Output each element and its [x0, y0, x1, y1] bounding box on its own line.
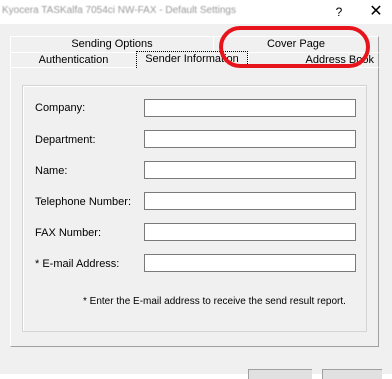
cancel-button[interactable] — [322, 369, 382, 379]
dialog-window: Kyocera TASKalfa 7054ci NW-FAX - Default… — [0, 0, 392, 379]
tab-address-book[interactable]: Address Book — [248, 52, 379, 68]
tab-label: Cover Page — [266, 38, 326, 50]
tab-label: Sending Options — [71, 38, 153, 50]
tab-label: Sender Information — [145, 53, 239, 65]
ok-button[interactable] — [248, 369, 312, 379]
company-field[interactable] — [144, 99, 356, 117]
department-label: Department: — [35, 134, 96, 146]
tab-label: Authentication — [38, 54, 109, 66]
fax-label: FAX Number: — [35, 227, 102, 239]
tab-label: Address Book — [305, 54, 374, 66]
tab-cover-page[interactable]: Cover Page — [213, 36, 379, 52]
name-label: Name: — [35, 165, 68, 177]
title-bar: Kyocera TASKalfa 7054ci NW-FAX - Default… — [0, 0, 392, 24]
telephone-label: Telephone Number: — [35, 196, 132, 208]
tab-authentication[interactable]: Authentication — [10, 52, 137, 68]
tab-sender-information[interactable]: Sender Information — [136, 51, 248, 68]
email-note: * Enter the E-mail address to receive th… — [83, 296, 346, 307]
department-field[interactable] — [144, 130, 356, 148]
telephone-field[interactable] — [144, 192, 356, 210]
name-field[interactable] — [144, 161, 356, 179]
tab-sending-options[interactable]: Sending Options — [10, 36, 214, 52]
email-field[interactable] — [144, 254, 356, 272]
close-button[interactable]: ✕ — [360, 0, 392, 24]
company-label: Company: — [35, 102, 86, 114]
email-label: * E-mail Address: — [35, 258, 120, 270]
fax-field[interactable] — [144, 223, 356, 241]
window-title: Kyocera TASKalfa 7054ci NW-FAX - Default… — [2, 5, 236, 16]
help-button[interactable]: ? — [328, 2, 350, 22]
